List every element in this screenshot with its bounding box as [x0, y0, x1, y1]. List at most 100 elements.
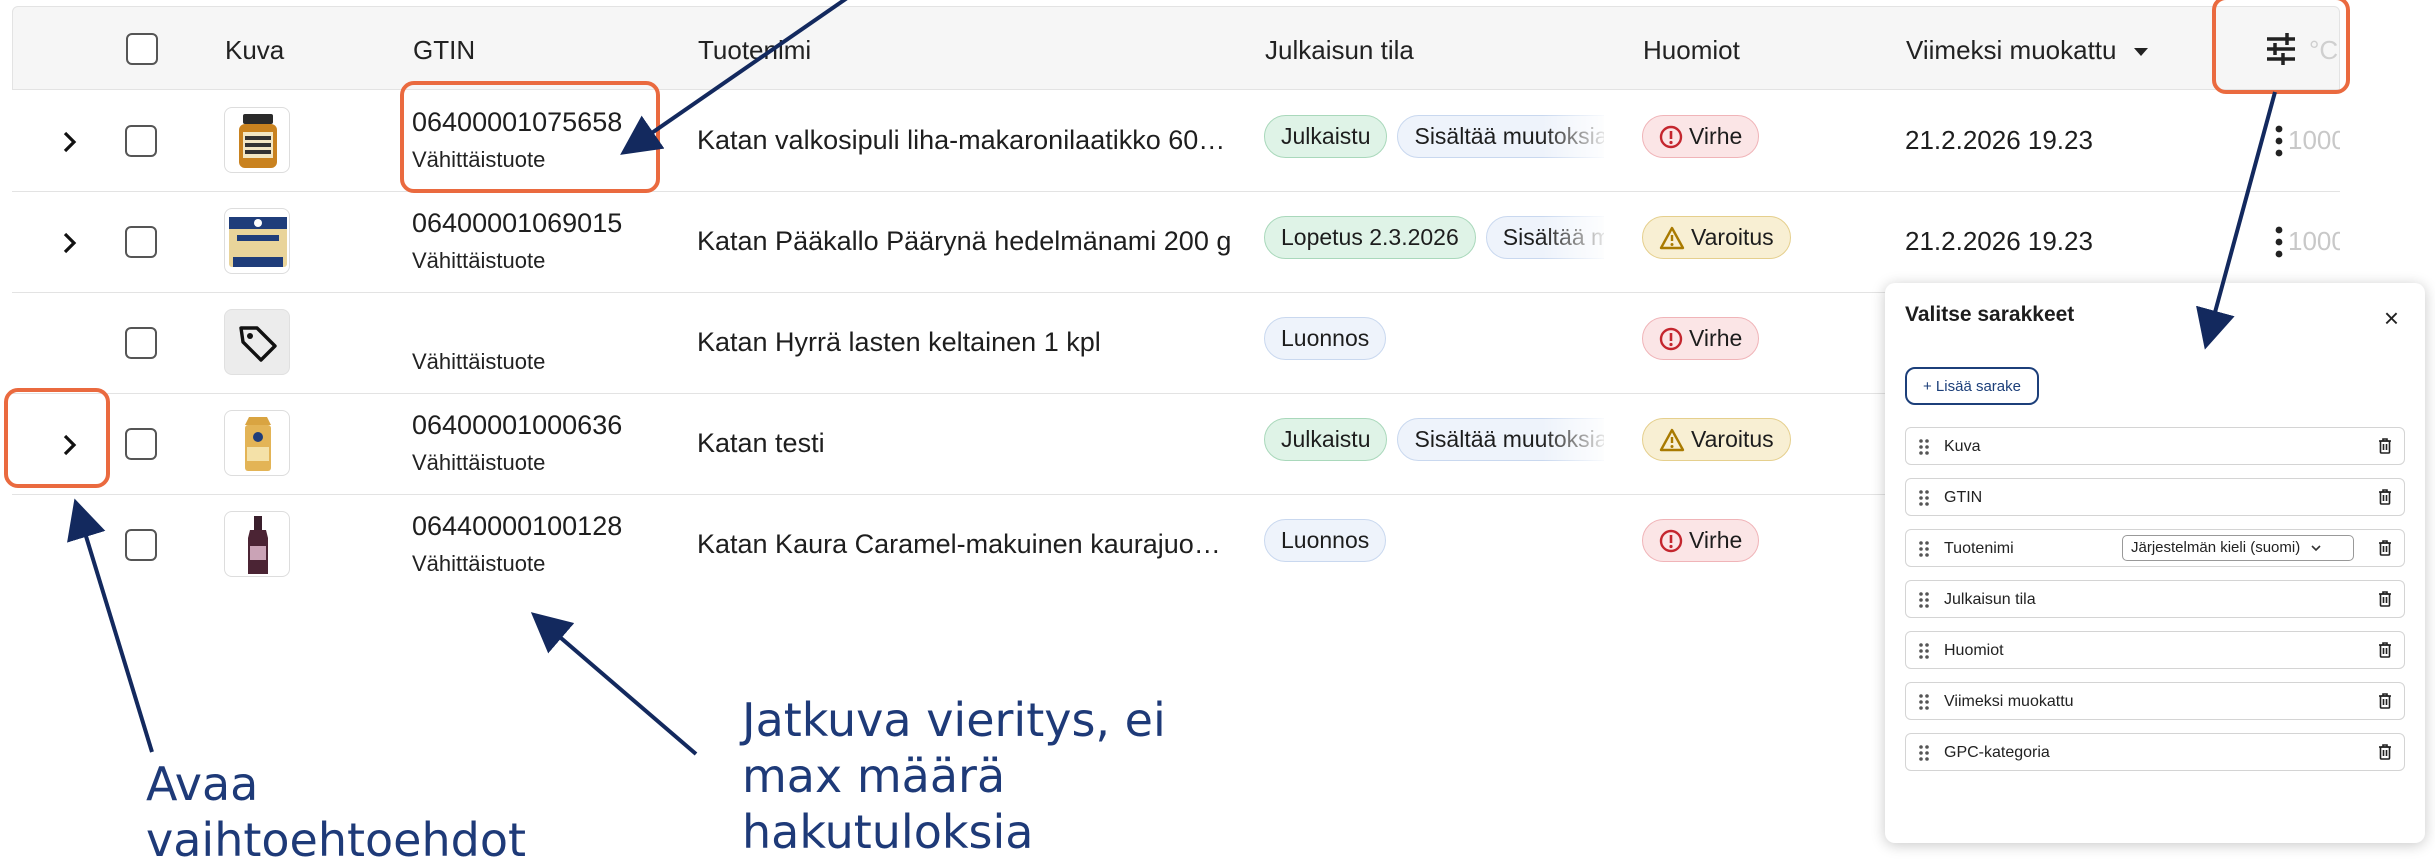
header-last-modified[interactable]: Viimeksi muokattu	[1906, 35, 2150, 66]
trash-icon[interactable]	[2378, 591, 2392, 607]
column-item[interactable]: GPC-kategoria	[1905, 733, 2405, 771]
trash-icon[interactable]	[2378, 489, 2392, 505]
arrow-to-scroll	[530, 612, 698, 756]
column-label: Kuva	[1944, 438, 1981, 455]
gtin-value: 06400001069015	[412, 208, 623, 238]
trash-icon[interactable]	[2378, 693, 2392, 709]
highlight-settings	[2212, 0, 2350, 94]
note-label: Virhe	[1689, 123, 1743, 149]
chevron-down-icon	[2311, 545, 2321, 552]
trash-icon[interactable]	[2378, 744, 2392, 760]
drag-handle-icon[interactable]	[1918, 489, 1930, 507]
note-cell: Virhe	[1642, 115, 1769, 158]
language-select[interactable]: Järjestelmän kieli (suomi)	[2122, 535, 2354, 561]
trash-icon[interactable]	[2378, 438, 2392, 454]
column-label: Huomiot	[1944, 642, 2004, 659]
modified-date: 21.2.2026 19.23	[1905, 226, 2093, 256]
note-label: Varoitus	[1691, 224, 1774, 250]
panel-title: Valitse sarakkeet	[1905, 303, 2075, 326]
product-name[interactable]: Katan valkosipuli liha-makaronilaatikko …	[697, 125, 1225, 156]
trash-icon[interactable]	[2378, 642, 2392, 658]
product-image-bread	[224, 410, 290, 476]
product-name[interactable]: Katan Pääkallo Päärynä hedelmänami 200 g	[697, 226, 1231, 257]
annotation-middle-line: Jatkuva vieritys, ei	[742, 693, 1166, 747]
sort-desc-icon	[2133, 48, 2148, 57]
drag-handle-icon[interactable]	[1918, 693, 1930, 711]
add-column-button[interactable]: + Lisää sarake	[1905, 367, 2039, 405]
product-name[interactable]: Katan Hyrrä lasten keltainen 1 kpl	[697, 327, 1101, 358]
product-image-jar	[224, 107, 290, 173]
faint-value: 1000	[2288, 226, 2340, 256]
column-item[interactable]: Kuva	[1905, 427, 2405, 465]
row-checkbox[interactable]	[125, 226, 157, 258]
status-badge: Lopetus 2.3.2026	[1264, 216, 1476, 259]
row-checkbox[interactable]	[125, 428, 157, 460]
column-label: Julkaisun tila	[1944, 591, 2036, 608]
product-type: Vähittäistuote	[412, 450, 546, 475]
status-badge: Julkaistu	[1264, 418, 1388, 461]
column-chooser-panel: Valitse sarakkeet × + Lisää sarake Kuva …	[1885, 283, 2425, 843]
error-circle-icon	[1659, 327, 1683, 351]
header-publication-status[interactable]: Julkaisun tila	[1265, 35, 1414, 66]
header-gtin[interactable]: GTIN	[413, 35, 475, 66]
publication-badges: Luonnos	[1264, 519, 1604, 562]
product-image-pack	[224, 208, 290, 274]
faint-value: 1000	[2288, 125, 2340, 155]
note-cell: Varoitus	[1642, 216, 1801, 259]
trash-icon[interactable]	[2378, 540, 2392, 556]
header-last-modified-label: Viimeksi muokattu	[1906, 35, 2117, 65]
drag-handle-icon[interactable]	[1918, 744, 1930, 762]
tag-icon	[239, 326, 277, 362]
product-name[interactable]: Katan Kaura Caramel-makuinen kaurajuo…	[697, 529, 1221, 560]
drag-handle-icon[interactable]	[1918, 540, 1930, 558]
header-notes[interactable]: Huomiot	[1643, 35, 1740, 66]
annotation-left: Avaa vaihtoehtoehdot	[146, 756, 526, 868]
note-label: Virhe	[1689, 527, 1743, 553]
note-label: Varoitus	[1691, 426, 1774, 452]
annotation-left-line: Avaa	[146, 757, 259, 811]
kebab-menu-icon[interactable]	[2275, 226, 2283, 258]
select-all-checkbox[interactable]	[126, 33, 158, 65]
chevron-right-icon[interactable]	[56, 230, 82, 256]
column-item[interactable]: Huomiot	[1905, 631, 2405, 669]
column-label: Viimeksi muokattu	[1944, 693, 2074, 710]
badge-fade	[1542, 418, 1612, 468]
annotation-middle-line: hakutuloksia	[742, 805, 1034, 859]
column-label: GPC-kategoria	[1944, 744, 2050, 761]
note-badge-warning: Varoitus	[1642, 418, 1791, 461]
drag-handle-icon[interactable]	[1918, 438, 1930, 456]
table-row[interactable]: 06400001075658 Vähittäistuote Katan valk…	[12, 91, 2340, 192]
product-type: Vähittäistuote	[412, 248, 546, 273]
note-cell: Varoitus	[1642, 418, 1801, 461]
drag-handle-icon[interactable]	[1918, 642, 1930, 660]
table-row[interactable]: 06400001069015 Vähittäistuote Katan Pääk…	[12, 192, 2340, 293]
table-header: Kuva GTIN Tuotenimi Julkaisun tila Huomi…	[12, 6, 2340, 90]
column-item[interactable]: Viimeksi muokattu	[1905, 682, 2405, 720]
status-badge: Julkaistu	[1264, 115, 1388, 158]
annotation-middle: Jatkuva vieritys, ei max määrä hakutulok…	[742, 692, 1166, 860]
header-image[interactable]: Kuva	[225, 35, 284, 66]
row-checkbox[interactable]	[125, 529, 157, 561]
status-badge: Luonnos	[1264, 519, 1387, 562]
highlight-gtin	[400, 81, 660, 193]
status-badge: Luonnos	[1264, 317, 1387, 360]
kebab-menu-icon[interactable]	[2275, 125, 2283, 157]
highlight-expand	[4, 388, 110, 488]
badge-fade	[1542, 115, 1612, 165]
error-circle-icon	[1659, 529, 1683, 553]
product-name[interactable]: Katan testi	[697, 428, 825, 459]
column-item[interactable]: GTIN	[1905, 478, 2405, 516]
close-icon[interactable]: ×	[2384, 305, 2399, 331]
note-badge-error: Virhe	[1642, 317, 1760, 360]
annotation-middle-line: max määrä	[742, 749, 1006, 803]
row-checkbox[interactable]	[125, 125, 157, 157]
gtin-value: 06440000100128	[412, 511, 623, 541]
chevron-right-icon[interactable]	[56, 129, 82, 155]
column-item[interactable]: Julkaisun tila	[1905, 580, 2405, 618]
column-item[interactable]: Tuotenimi Järjestelmän kieli (suomi)	[1905, 529, 2405, 567]
row-checkbox[interactable]	[125, 327, 157, 359]
gtin-value: 06400001000636	[412, 410, 623, 440]
header-product-name[interactable]: Tuotenimi	[698, 35, 811, 66]
note-badge-warning: Varoitus	[1642, 216, 1791, 259]
drag-handle-icon[interactable]	[1918, 591, 1930, 609]
